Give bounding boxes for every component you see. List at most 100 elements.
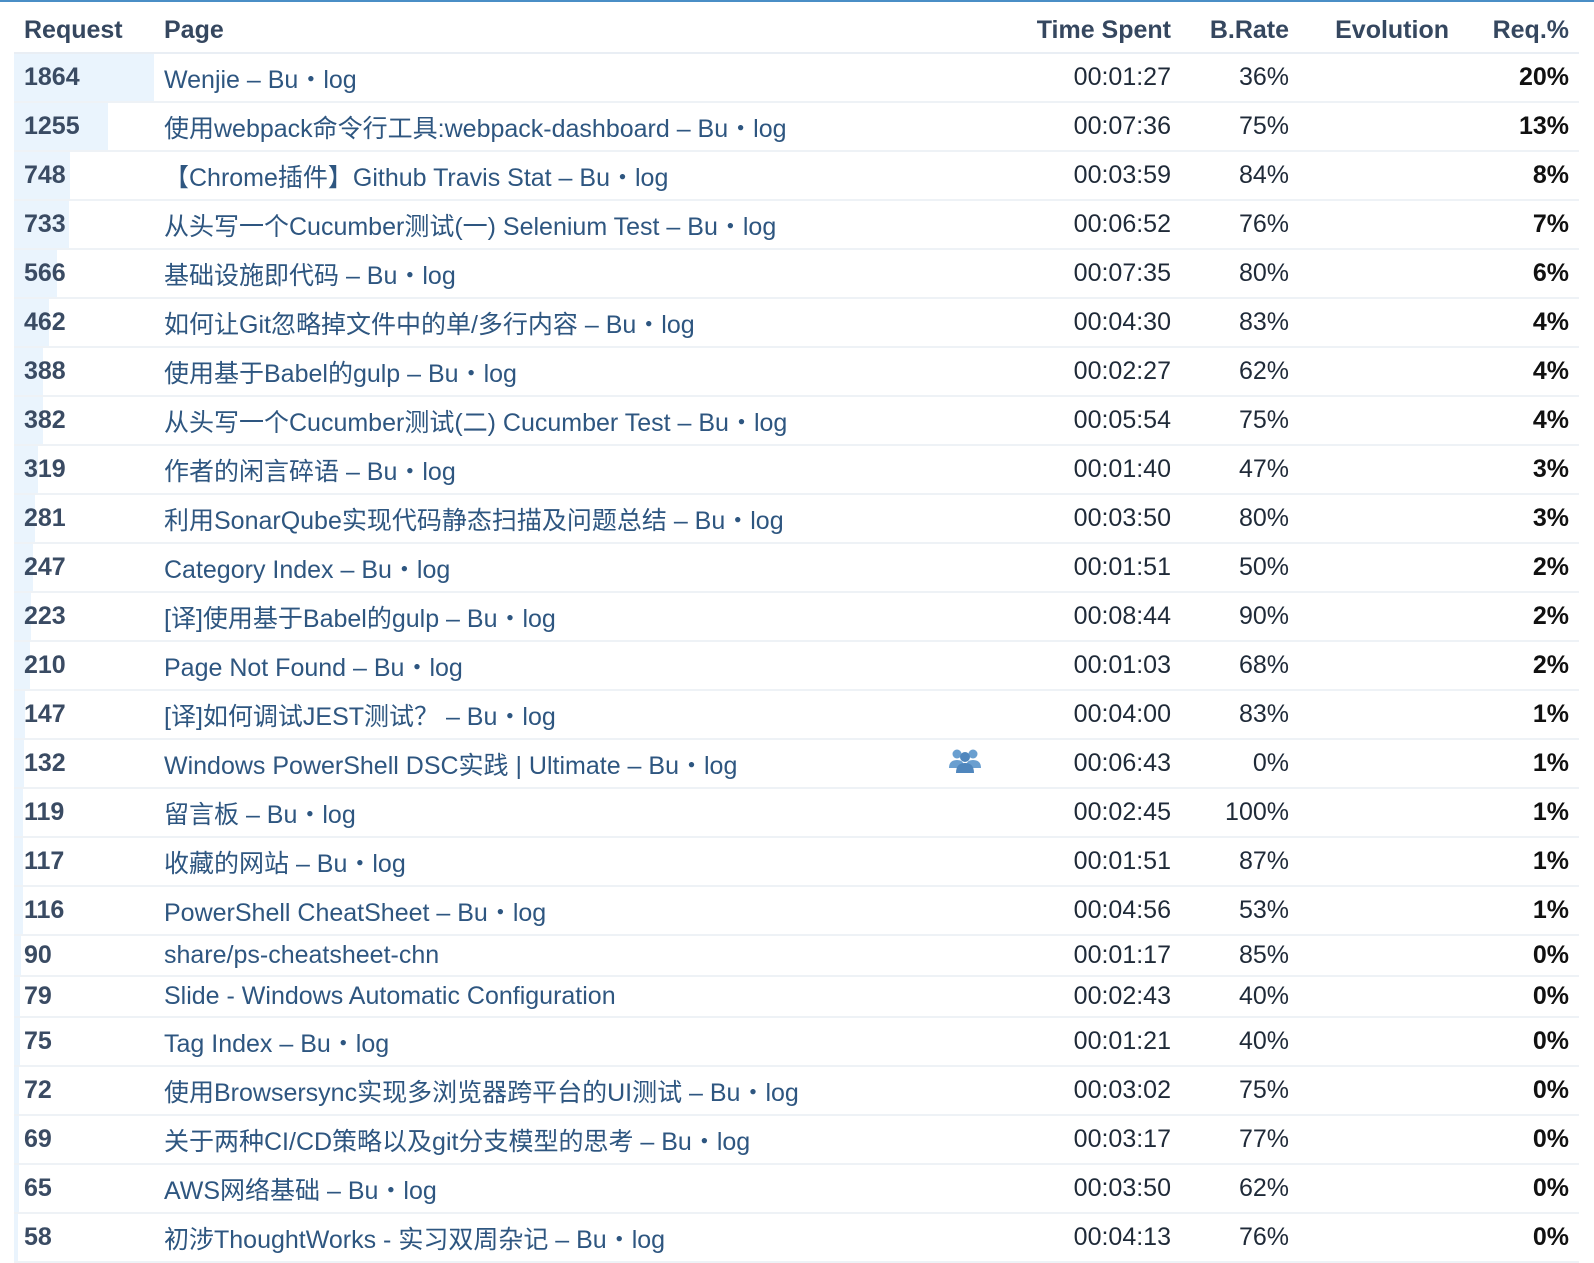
bounce-rate-cell: 68% xyxy=(1181,641,1299,691)
evolution-cell xyxy=(1299,1115,1459,1165)
time-spent-cell: 00:01:51 xyxy=(1001,837,1181,887)
header-evolution[interactable]: Evolution xyxy=(1299,8,1459,54)
request-count: 223 xyxy=(24,602,66,630)
row-icon-cell xyxy=(929,347,1001,397)
header-bounce-rate[interactable]: B.Rate xyxy=(1181,8,1299,54)
header-req-pct[interactable]: Req.% xyxy=(1459,8,1579,54)
page-title-cell[interactable]: Category Index – Bu・log xyxy=(154,543,929,593)
evolution-cell xyxy=(1299,249,1459,299)
req-pct-cell: 2% xyxy=(1459,543,1579,593)
req-pct-cell: 0% xyxy=(1459,976,1579,1018)
row-icon-cell xyxy=(929,1066,1001,1116)
row-icon-cell xyxy=(929,788,1001,838)
page-title-cell[interactable]: 使用webpack命令行工具:webpack-dashboard – Bu・lo… xyxy=(154,102,929,152)
req-pct-cell: 4% xyxy=(1459,298,1579,348)
page-title-cell[interactable]: 利用SonarQube实现代码静态扫描及问题总结 – Bu・log xyxy=(154,494,929,544)
row-icon-cell xyxy=(929,935,1001,977)
evolution-cell xyxy=(1299,690,1459,740)
request-count: 281 xyxy=(24,504,66,532)
page-title-cell[interactable]: Wenjie – Bu・log xyxy=(154,53,929,103)
bounce-rate-cell: 100% xyxy=(1181,788,1299,838)
request-count-cell: 223 xyxy=(14,592,154,642)
time-spent-cell: 00:01:51 xyxy=(1001,543,1181,593)
evolution-cell xyxy=(1299,788,1459,838)
request-count-cell: 1255 xyxy=(14,102,154,152)
page-title-cell[interactable]: [译]使用基于Babel的gulp – Bu・log xyxy=(154,592,929,642)
req-pct-cell: 20% xyxy=(1459,53,1579,103)
page-title-cell[interactable]: Slide - Windows Automatic Configuration xyxy=(154,976,929,1018)
req-pct-cell: 8% xyxy=(1459,151,1579,201)
page-title-cell[interactable]: AWS网络基础 – Bu・log xyxy=(154,1164,929,1214)
table-row: 247 Category Index – Bu・log 00:01:51 50%… xyxy=(14,543,1579,593)
request-count: 733 xyxy=(24,210,66,238)
table-row: 147 [译]如何调试JEST测试？ – Bu・log 00:04:00 83%… xyxy=(14,690,1579,740)
request-count-cell: 119 xyxy=(14,788,154,838)
evolution-cell xyxy=(1299,1066,1459,1116)
request-count-cell: 116 xyxy=(14,886,154,936)
time-spent-cell: 00:07:36 xyxy=(1001,102,1181,152)
page-title-cell[interactable]: share/ps-cheatsheet-chn xyxy=(154,935,929,977)
request-count: 388 xyxy=(24,357,66,385)
request-bar xyxy=(14,1067,20,1113)
request-count: 132 xyxy=(24,749,66,777)
request-count: 147 xyxy=(24,700,66,728)
page-title-cell[interactable]: Page Not Found – Bu・log xyxy=(154,641,929,691)
users-icon[interactable] xyxy=(948,746,982,781)
request-count: 462 xyxy=(24,308,66,336)
row-icon-cell xyxy=(929,249,1001,299)
bounce-rate-cell: 75% xyxy=(1181,396,1299,446)
bounce-rate-cell: 80% xyxy=(1181,494,1299,544)
request-count: 79 xyxy=(24,982,52,1010)
page-title-cell[interactable]: 关于两种CI/CD策略以及git分支模型的思考 – Bu・log xyxy=(154,1115,929,1165)
page-title-cell[interactable]: 如何让Git忽略掉文件中的单/多行内容 – Bu・log xyxy=(154,298,929,348)
evolution-cell xyxy=(1299,886,1459,936)
row-icon-cell xyxy=(929,298,1001,348)
page-title-cell[interactable]: 使用Browsersync实现多浏览器跨平台的UI测试 – Bu・log xyxy=(154,1066,929,1116)
table-row: 382 从头写一个Cucumber测试(二) Cucumber Test – B… xyxy=(14,396,1579,446)
time-spent-cell: 00:05:54 xyxy=(1001,396,1181,446)
req-pct-cell: 0% xyxy=(1459,1066,1579,1116)
header-time-spent[interactable]: Time Spent xyxy=(1001,8,1181,54)
req-pct-cell: 0% xyxy=(1459,1017,1579,1067)
page-title-cell[interactable]: 收藏的网站 – Bu・log xyxy=(154,837,929,887)
evolution-cell xyxy=(1299,592,1459,642)
request-count-cell: 210 xyxy=(14,641,154,691)
table-row: 281 利用SonarQube实现代码静态扫描及问题总结 – Bu・log 00… xyxy=(14,494,1579,544)
header-page[interactable]: Page xyxy=(154,8,929,54)
evolution-cell xyxy=(1299,151,1459,201)
bounce-rate-cell: 84% xyxy=(1181,151,1299,201)
request-count-cell: 117 xyxy=(14,837,154,887)
table-row: 733 从头写一个Cucumber测试(一) Selenium Test – B… xyxy=(14,200,1579,250)
page-title-cell[interactable]: 从头写一个Cucumber测试(二) Cucumber Test – Bu・lo… xyxy=(154,396,929,446)
request-count-cell: 69 xyxy=(14,1115,154,1165)
page-title-cell[interactable]: PowerShell CheatSheet – Bu・log xyxy=(154,886,929,936)
page-title-cell[interactable]: 作者的闲言碎语 – Bu・log xyxy=(154,445,929,495)
time-spent-cell: 00:04:30 xyxy=(1001,298,1181,348)
evolution-cell xyxy=(1299,976,1459,1018)
row-icon-cell xyxy=(929,1164,1001,1214)
page-title-cell[interactable]: Tag Index – Bu・log xyxy=(154,1017,929,1067)
header-icon-spacer xyxy=(929,8,1001,54)
page-title-cell[interactable]: 留言板 – Bu・log xyxy=(154,788,929,838)
request-count: 566 xyxy=(24,259,66,287)
bounce-rate-cell: 83% xyxy=(1181,690,1299,740)
table-row: 117 收藏的网站 – Bu・log 00:01:51 87% 1% xyxy=(14,837,1579,887)
page-title-cell[interactable]: 【Chrome插件】Github Travis Stat – Bu・log xyxy=(154,151,929,201)
request-bar xyxy=(14,789,23,835)
page-title-cell[interactable]: Windows PowerShell DSC实践 | Ultimate – Bu… xyxy=(154,739,929,789)
page-title-cell[interactable]: [译]如何调试JEST测试？ – Bu・log xyxy=(154,690,929,740)
request-count-cell: 65 xyxy=(14,1164,154,1214)
bounce-rate-cell: 75% xyxy=(1181,1066,1299,1116)
bounce-rate-cell: 83% xyxy=(1181,298,1299,348)
page-title-cell[interactable]: 从头写一个Cucumber测试(一) Selenium Test – Bu・lo… xyxy=(154,200,929,250)
time-spent-cell: 00:01:21 xyxy=(1001,1017,1181,1067)
row-icon-cell xyxy=(929,396,1001,446)
row-icon-cell xyxy=(929,1017,1001,1067)
page-title-cell[interactable]: 使用基于Babel的gulp – Bu・log xyxy=(154,347,929,397)
header-request[interactable]: Request xyxy=(14,8,154,54)
request-count: 72 xyxy=(24,1076,52,1104)
bounce-rate-cell: 40% xyxy=(1181,976,1299,1018)
req-pct-cell: 0% xyxy=(1459,1115,1579,1165)
page-title-cell[interactable]: 基础设施即代码 – Bu・log xyxy=(154,249,929,299)
request-count-cell: 462 xyxy=(14,298,154,348)
